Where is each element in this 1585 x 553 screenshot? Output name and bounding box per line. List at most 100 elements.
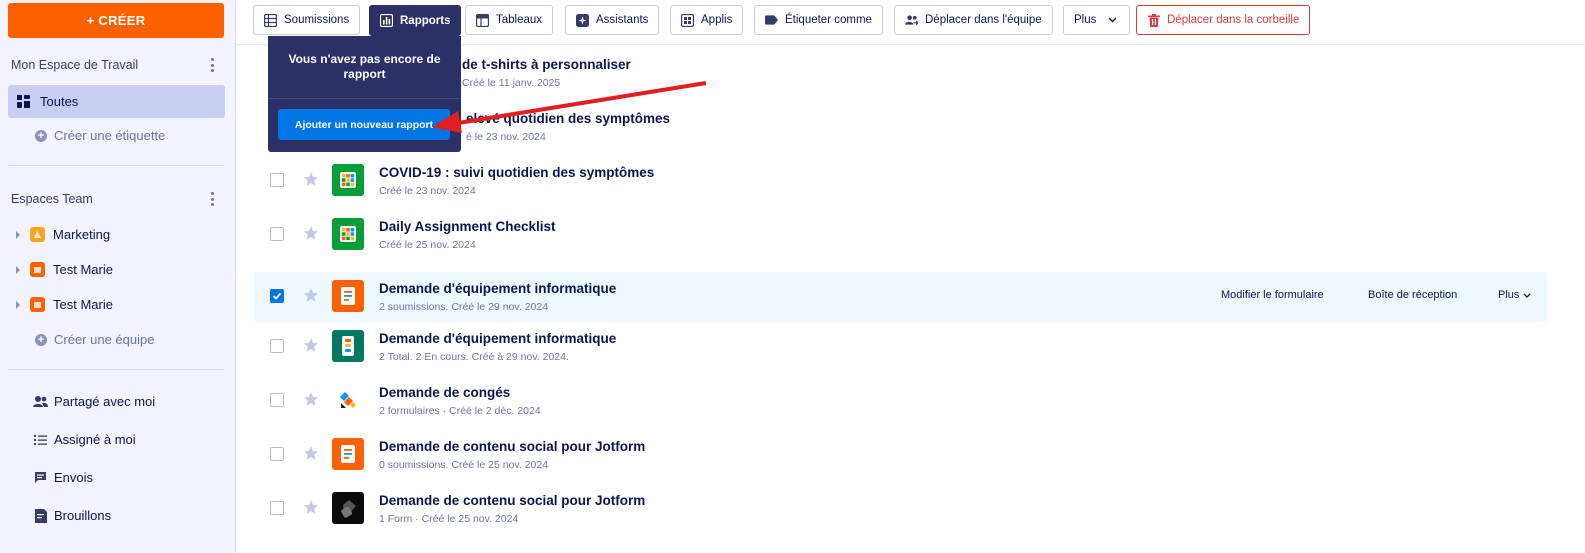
row-title[interactable]: Demande d'équipement informatique bbox=[379, 331, 616, 346]
row-more-button[interactable]: Plus bbox=[1498, 289, 1531, 301]
add-new-report-button[interactable]: Ajouter un nouveau rapport bbox=[278, 109, 450, 140]
users-icon bbox=[33, 394, 48, 409]
list-item[interactable]: Demande de contenu social pour Jotform 1 … bbox=[254, 484, 1547, 534]
team-move-icon bbox=[905, 14, 918, 27]
row-subtitle: 2 Total. 2 En cours. Créé à 29 nov. 2024… bbox=[379, 351, 569, 363]
list-item[interactable]: Demande de congés 2 formulaires · Créé le… bbox=[254, 376, 1547, 426]
submissions-button[interactable]: Soumissions bbox=[253, 5, 361, 35]
star-icon[interactable] bbox=[303, 499, 319, 515]
row-subtitle: Créé le 25 nov. 2024 bbox=[379, 239, 476, 251]
submissions-label: Soumissions bbox=[284, 14, 350, 26]
row-title[interactable]: Demande de contenu social pour Jotform bbox=[379, 439, 645, 454]
row-checkbox[interactable] bbox=[270, 393, 284, 407]
row-subtitle: 0 soumissions. Créé le 25 nov. 2024 bbox=[379, 459, 549, 471]
chevron-down-icon bbox=[1523, 289, 1531, 301]
sidebar-item-team-test-marie[interactable]: Test Marie bbox=[16, 262, 113, 277]
workflow-icon bbox=[332, 330, 364, 362]
plus-icon: + bbox=[35, 129, 47, 142]
row-checkbox[interactable] bbox=[270, 173, 284, 187]
app-icon bbox=[332, 492, 364, 524]
row-title[interactable]: Daily Assignment Checklist bbox=[379, 219, 556, 234]
team-name: Marketing bbox=[53, 227, 111, 242]
caret-right-icon[interactable] bbox=[16, 265, 20, 274]
sidebar-item-team-test-marie-2[interactable]: Test Marie bbox=[16, 297, 113, 312]
popover-divider bbox=[268, 98, 461, 99]
team-spaces-title: Espaces Team bbox=[11, 192, 93, 206]
sidebar-item-all[interactable]: Toutes bbox=[8, 85, 225, 118]
row-checkbox[interactable] bbox=[270, 447, 284, 461]
row-title[interactable]: Demande de contenu social pour Jotform bbox=[379, 493, 645, 508]
sparkle-icon bbox=[576, 13, 589, 27]
tag-as-button[interactable]: Étiqueter comme bbox=[754, 5, 883, 35]
list-item[interactable]: Daily Assignment Checklist Créé le 25 nov… bbox=[254, 210, 1547, 260]
reports-button[interactable]: Rapports bbox=[369, 5, 462, 36]
table-icon bbox=[332, 164, 364, 196]
list-item[interactable]: COVID-19 : suivi quotidien des symptômes… bbox=[254, 156, 1547, 206]
sidebar-item-sent[interactable]: Envois bbox=[33, 470, 93, 485]
create-tag-link[interactable]: + Créer une étiquette bbox=[35, 128, 165, 143]
create-button[interactable]: + CRÉER bbox=[8, 3, 224, 38]
list-item[interactable]: Demande de contenu social pour Jotform 0 … bbox=[254, 430, 1547, 480]
reports-label: Rapports bbox=[400, 14, 451, 27]
grid-icon bbox=[16, 95, 30, 109]
sidebar-item-assigned[interactable]: Assigné à moi bbox=[33, 432, 136, 447]
draft-icon bbox=[33, 508, 48, 523]
sidebar-item-shared[interactable]: Partagé avec moi bbox=[33, 394, 155, 409]
team-icon bbox=[30, 297, 45, 312]
reports-popover: Vous n'avez pas encore de rapport Ajoute… bbox=[268, 36, 461, 152]
tables-button[interactable]: Tableaux bbox=[465, 5, 554, 35]
row-title[interactable]: COVID-19 : suivi quotidien des symptômes bbox=[379, 165, 654, 180]
table-icon bbox=[332, 218, 364, 250]
move-team-button[interactable]: Déplacer dans l'équipe bbox=[894, 5, 1053, 35]
star-icon[interactable] bbox=[303, 287, 319, 303]
row-checkbox[interactable] bbox=[270, 227, 284, 241]
star-icon[interactable] bbox=[303, 171, 319, 187]
move-to-trash-button[interactable]: Déplacer dans la corbeille bbox=[1136, 5, 1311, 35]
team-name: Test Marie bbox=[53, 262, 113, 277]
edit-form-link[interactable]: Modifier le formulaire bbox=[1221, 289, 1324, 301]
bar-chart-icon bbox=[380, 14, 393, 27]
sidebar-item-team-marketing[interactable]: Marketing bbox=[16, 227, 110, 242]
star-icon[interactable] bbox=[303, 391, 319, 407]
caret-right-icon[interactable] bbox=[16, 230, 20, 239]
sidebar-item-label: Partagé avec moi bbox=[54, 394, 156, 409]
row-checkbox[interactable] bbox=[270, 339, 284, 353]
jotform-logo-icon bbox=[332, 384, 364, 416]
list-item[interactable]: Demande d'équipement informatique 2 Total… bbox=[254, 322, 1547, 372]
sidebar: + CRÉER Mon Espace de Travail Toutes + C… bbox=[0, 0, 236, 553]
row-title[interactable]: Demande de congés bbox=[379, 385, 510, 400]
sidebar-item-drafts[interactable]: Brouillons bbox=[33, 508, 111, 523]
team-kebab-icon[interactable] bbox=[209, 192, 215, 206]
sidebar-item-label: Brouillons bbox=[54, 508, 112, 523]
team-name: Test Marie bbox=[53, 297, 113, 312]
message-icon bbox=[33, 470, 48, 485]
star-icon[interactable] bbox=[303, 225, 319, 241]
inbox-link[interactable]: Boîte de réception bbox=[1368, 289, 1457, 301]
apps-label: Applis bbox=[701, 14, 733, 26]
caret-right-icon[interactable] bbox=[16, 300, 20, 309]
row-title[interactable]: de t-shirts à personnaliser bbox=[462, 57, 631, 72]
row-checkbox[interactable] bbox=[270, 501, 284, 515]
create-team-link[interactable]: + Créer une équipe bbox=[35, 332, 154, 347]
apps-button[interactable]: Applis bbox=[670, 5, 744, 35]
divider bbox=[8, 165, 224, 166]
star-icon[interactable] bbox=[303, 445, 319, 461]
form-icon bbox=[332, 280, 364, 312]
row-subtitle: 2 soumissions. Créé le 29 nov. 2024 bbox=[379, 301, 549, 313]
row-subtitle: 1 Form · Créé le 25 nov. 2024 bbox=[379, 513, 519, 525]
sidebar-item-label: Toutes bbox=[40, 94, 79, 109]
move-team-label: Déplacer dans l'équipe bbox=[925, 14, 1042, 26]
form-icon bbox=[332, 438, 364, 470]
workspace-kebab-icon[interactable] bbox=[209, 58, 215, 72]
assistants-button[interactable]: Assistants bbox=[565, 5, 660, 35]
list-item[interactable]: Demande d'équipement informatique 2 soumi… bbox=[254, 272, 1547, 322]
workspace-title: Mon Espace de Travail bbox=[11, 58, 139, 72]
star-icon[interactable] bbox=[303, 337, 319, 353]
more-button[interactable]: Plus bbox=[1063, 5, 1130, 35]
sidebar-item-label: Assigné à moi bbox=[54, 432, 136, 447]
tables-icon bbox=[476, 13, 489, 27]
row-checkbox[interactable] bbox=[270, 289, 284, 303]
create-tag-label: Créer une étiquette bbox=[54, 128, 166, 143]
row-title[interactable]: elevé quotidien des symptômes bbox=[466, 111, 670, 126]
row-title[interactable]: Demande d'équipement informatique bbox=[379, 281, 616, 296]
